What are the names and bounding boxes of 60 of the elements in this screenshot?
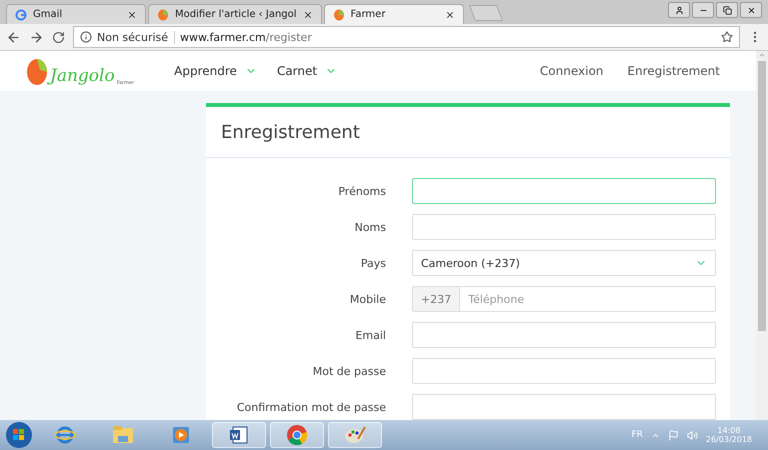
browser-tab[interactable]: Gmail	[6, 4, 146, 24]
media-player-icon	[171, 425, 191, 445]
user-icon	[674, 6, 684, 14]
browser-tab[interactable]: Farmer	[324, 4, 464, 24]
text-field[interactable]	[412, 214, 716, 240]
nav-link[interactable]: Carnet	[276, 64, 338, 78]
browser-tab[interactable]: Modifier l'article ‹ Jangol	[148, 4, 322, 24]
user-button[interactable]	[668, 2, 690, 18]
mango-icon	[332, 8, 345, 20]
field-label: Confirmation mot de passe	[236, 400, 386, 414]
field-label: Pays	[360, 256, 386, 270]
bookmark-star-icon[interactable]	[721, 31, 733, 43]
close-window-button[interactable]	[740, 2, 762, 18]
scroll-up-icon[interactable]	[758, 51, 766, 59]
field-label: Mot de passe	[312, 364, 386, 378]
volume-icon[interactable]	[686, 430, 698, 440]
mango-icon	[157, 8, 169, 20]
flag-icon[interactable]	[668, 430, 679, 440]
paint-palette-icon	[344, 425, 366, 445]
taskbar-app[interactable]	[328, 422, 382, 448]
reload-icon[interactable]	[52, 30, 65, 44]
close-icon[interactable]	[444, 10, 455, 20]
text-field[interactable]	[412, 178, 716, 204]
country-code: +237	[413, 287, 460, 311]
close-icon[interactable]	[127, 10, 137, 20]
mango-logo-icon	[26, 56, 48, 86]
url: www.farmer.cm/register	[180, 30, 312, 44]
field-label: Prénoms	[337, 184, 386, 198]
phone-field[interactable]: +237 Téléphone	[412, 286, 716, 312]
text-field[interactable]	[412, 394, 716, 420]
text-field[interactable]	[412, 322, 716, 348]
close-icon[interactable]	[302, 10, 313, 20]
close-icon	[746, 6, 756, 14]
scrollbar[interactable]	[756, 51, 768, 420]
folder-icon	[112, 425, 134, 445]
taskbar-app[interactable]	[270, 422, 324, 448]
nav-link[interactable]: Enregistrement	[627, 64, 720, 78]
field-label: Email	[354, 328, 386, 342]
phone-placeholder: Téléphone	[468, 292, 524, 306]
text-field[interactable]	[412, 358, 716, 384]
nav-link[interactable]: Connexion	[540, 64, 604, 78]
restore-icon	[722, 6, 732, 14]
taskbar-app[interactable]	[212, 422, 266, 448]
security-label: Non sécurisé	[97, 30, 176, 44]
field-label: Mobile	[348, 292, 386, 306]
nav-link[interactable]: Apprendre	[174, 64, 257, 78]
address-bar[interactable]: Non sécurisé www.farmer.cm/register	[73, 26, 740, 48]
chrome-icon	[286, 424, 308, 446]
back-icon[interactable]	[6, 30, 21, 44]
start-button[interactable]	[4, 421, 34, 449]
info-icon	[80, 31, 92, 43]
browser-icon	[55, 425, 75, 445]
word-icon	[229, 425, 249, 445]
form-title: Enregistrement	[206, 107, 730, 158]
restore-button[interactable]	[716, 2, 738, 18]
google-icon	[15, 8, 27, 20]
forward-icon[interactable]	[29, 30, 44, 44]
field-label: Noms	[354, 220, 386, 234]
country-select[interactable]: Cameroon (+237)	[412, 250, 716, 276]
new-tab-button[interactable]	[468, 5, 502, 21]
